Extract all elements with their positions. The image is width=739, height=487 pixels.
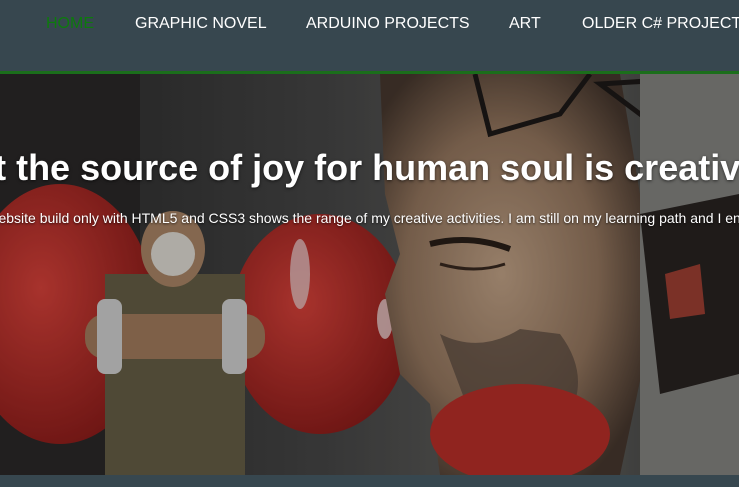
nav-item-older-csharp-projects[interactable]: OLDER C# PROJECTS [582, 15, 739, 33]
nav-item-arduino-projects[interactable]: ARDUINO PROJECTS [306, 15, 470, 33]
nav-item-home[interactable]: HOME [46, 15, 94, 33]
hero-description: This website build only with HTML5 and C… [0, 210, 739, 226]
hero-text-container: This website build only with HTML5 and C… [0, 204, 739, 234]
nav-item-art[interactable]: ART [509, 15, 541, 33]
nav-item-graphic-novel[interactable]: GRAPHIC NOVEL [135, 15, 267, 33]
hero-banner: I believe that the source of joy for hum… [0, 74, 739, 475]
hero-title: I believe that the source of joy for hum… [0, 147, 739, 188]
footer-strip [0, 475, 739, 487]
main-navbar: HOME GRAPHIC NOVEL ARDUINO PROJECTS ART … [0, 0, 739, 74]
hero-title-container: I believe that the source of joy for hum… [0, 74, 739, 204]
